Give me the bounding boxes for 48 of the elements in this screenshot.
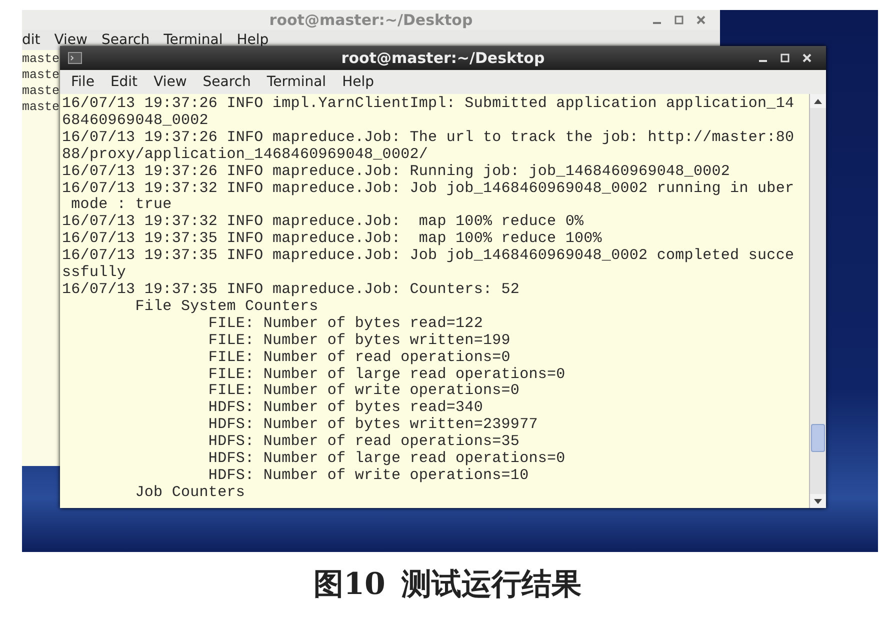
scroll-down-icon[interactable] <box>814 498 822 504</box>
scrollbar[interactable] <box>809 94 826 508</box>
scroll-up-icon[interactable] <box>814 98 822 104</box>
terminal-line: mode : true <box>70 197 173 214</box>
menu-item[interactable]: View <box>54 32 88 48</box>
terminal-line: ssfully <box>62 265 128 282</box>
terminal-line: 68460969048_0002 <box>62 112 210 130</box>
terminal-line: maste <box>22 99 60 115</box>
menu-item[interactable]: Help <box>341 74 375 90</box>
menu-item[interactable]: Search <box>202 74 252 90</box>
terminal-icon[interactable] <box>68 52 82 64</box>
terminal-line: 16/07/13 19:37:35 INFO mapreduce.Job: map 100% reduce 100% <box>62 231 603 248</box>
terminal-line: FILE: Number of bytes read=122 <box>207 316 484 333</box>
figure-number: 图10 <box>314 566 386 604</box>
scroll-thumb[interactable] <box>811 424 825 452</box>
menu-item[interactable]: Terminal <box>164 32 223 48</box>
terminal-line: 16/07/13 19:37:32 INFO mapreduce.Job: Job job_1468460969048_0002 running in uber <box>62 180 796 197</box>
terminal-line: maste <box>22 51 60 67</box>
terminal-line: HDFS: Number of write operations=10 <box>207 468 530 485</box>
menu-item[interactable]: Search <box>102 32 150 48</box>
terminal-line: HDFS: Number of bytes written=239977 <box>207 417 539 434</box>
menu-item[interactable]: File <box>70 74 96 90</box>
terminal-line: 88/proxy/application_1468460969048_0002/ <box>62 146 430 164</box>
terminal-line: HDFS: Number of large read operations=0 <box>207 451 566 468</box>
terminal-line: FILE: Number of bytes written=199 <box>207 332 512 350</box>
menu-item[interactable]: Help <box>236 32 269 48</box>
terminal-line: maste <box>22 67 60 83</box>
window-title: root@master:~/Desktop <box>269 11 473 29</box>
terminal-line: HDFS: Number of read operations=35 <box>207 434 521 451</box>
menu-item[interactable]: Terminal <box>266 74 328 90</box>
terminal-line: 16/07/13 19:37:26 INFO mapreduce.Job: Running job: job_1468460969048_0002 <box>62 164 732 181</box>
terminal-line: 16/07/13 19:37:26 INFO mapreduce.Job: The url to track the job: http://master:80 <box>62 130 796 147</box>
terminal-line: 16/07/13 19:37:35 INFO mapreduce.Job: Counters: 52 <box>62 282 521 299</box>
terminal-line: FILE: Number of read operations=0 <box>207 350 512 366</box>
menu-item[interactable]: dit <box>22 32 40 48</box>
terminal-line: HDFS: Number of bytes read=340 <box>207 400 484 417</box>
terminal-line: FILE: Number of write operations=0 <box>207 383 521 400</box>
terminal-line: FILE: Number of large read operations=0 <box>207 366 566 383</box>
figure-caption: 测试运行结果 <box>401 566 582 604</box>
terminal-line: 16/07/13 19:37:26 INFO impl.YarnClientImpl: Submitted application application_14 <box>62 96 796 113</box>
terminal-line: File System Counters <box>134 298 320 316</box>
menu-item[interactable]: View <box>152 74 188 90</box>
terminal-line: 16/07/13 19:37:35 INFO mapreduce.Job: Job job_1468460969048_0002 completed succe <box>62 248 796 265</box>
terminal-line: 16/07/13 19:37:32 INFO mapreduce.Job: map 100% reduce 0% <box>62 214 585 231</box>
menu-item[interactable]: Edit <box>109 74 139 90</box>
terminal-line: maste <box>22 83 60 99</box>
window-title: root@master:~/Desktop <box>341 49 545 67</box>
terminal-line: Job Counters <box>134 484 246 502</box>
